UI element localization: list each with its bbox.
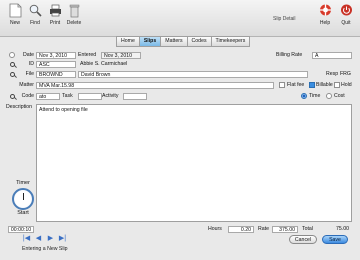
save-button[interactable]: Save — [322, 235, 348, 244]
time-radio[interactable] — [301, 93, 307, 99]
tab-matters[interactable]: Matters — [160, 36, 188, 47]
billing-rate-label: Billing Rate — [276, 52, 303, 58]
help-button[interactable]: Help — [314, 3, 336, 26]
slip-detail-window: New Find Print Delete Slip Detail Help Q… — [0, 0, 360, 260]
resp-value: FRG — [340, 71, 351, 77]
flat-fee-checkbox[interactable] — [279, 82, 285, 88]
code-label: Code — [21, 93, 34, 99]
id-field[interactable]: ASC — [36, 61, 76, 68]
first-record-icon[interactable]: |◀ — [22, 235, 31, 243]
last-record-icon[interactable]: ▶| — [58, 235, 67, 243]
file-name-field[interactable]: David Brown — [78, 71, 308, 78]
description-label: Description — [6, 104, 32, 110]
total-value: 75.00 — [336, 226, 349, 232]
trash-icon — [69, 4, 79, 18]
previous-record-icon[interactable]: ◀ — [34, 235, 43, 243]
next-record-icon[interactable]: ▶ — [46, 235, 55, 243]
hold-checkbox[interactable] — [334, 82, 340, 88]
help-label: Help — [319, 20, 331, 26]
cost-radio[interactable] — [326, 93, 332, 99]
power-icon — [340, 4, 352, 16]
delete-button[interactable]: Delete — [63, 3, 85, 26]
new-label: New — [9, 20, 20, 26]
hold-label: Hold — [341, 82, 352, 88]
activity-field[interactable] — [123, 93, 147, 100]
total-label: Total — [302, 226, 313, 232]
activity-label: Activity — [102, 93, 119, 99]
hours-field[interactable]: 0.20 — [228, 226, 254, 233]
file-label: File — [25, 71, 34, 77]
matter-field[interactable]: MVA Mar.15.98 — [36, 82, 274, 89]
quit-button[interactable]: Quit — [335, 3, 357, 26]
magnifier-icon — [29, 4, 42, 17]
new-button[interactable]: New — [4, 3, 26, 26]
code-lookup-icon[interactable] — [10, 94, 15, 99]
cancel-button[interactable]: Cancel — [289, 235, 317, 244]
file-lookup-icon[interactable] — [10, 72, 15, 77]
hours-label: Hours — [208, 226, 222, 232]
time-label: Time — [309, 93, 321, 99]
status-text: Entering a New Slip — [22, 246, 68, 252]
rate-field[interactable]: 375.00 — [272, 226, 298, 233]
find-button[interactable]: Find — [24, 3, 46, 26]
lifebuoy-icon — [319, 4, 331, 16]
entered-field: Nov 3, 2010 — [101, 52, 141, 59]
code-field[interactable]: ato — [36, 93, 60, 100]
file-field[interactable]: BROWND — [36, 71, 76, 78]
page-title: Slip Detail — [273, 16, 296, 22]
tab-bar: Home Slips Matters Codes Timekeepers — [116, 36, 251, 47]
date-label: Date — [23, 52, 34, 58]
description-textarea[interactable]: Attend to opening file — [36, 104, 352, 222]
tab-slips[interactable]: Slips — [138, 36, 162, 47]
find-label: Find — [30, 20, 40, 26]
clock-icon[interactable] — [12, 188, 34, 210]
cost-label: Cost — [334, 93, 345, 99]
id-label: ID — [28, 61, 34, 67]
id-lookup-icon[interactable] — [10, 62, 15, 67]
timer-label: Timer — [16, 180, 30, 186]
record-navigation: |◀ ◀ ▶ ▶| — [22, 235, 70, 243]
billable-checkbox[interactable] — [309, 82, 315, 88]
matter-label: Matter — [19, 82, 34, 88]
slip-form: Date Nov 3, 2010 Entered Nov 3, 2010 Bil… — [6, 48, 354, 232]
date-field[interactable]: Nov 3, 2010 — [36, 52, 76, 59]
date-radio[interactable] — [9, 52, 15, 58]
toolbar: New Find Print Delete Slip Detail Help Q… — [0, 0, 360, 37]
printer-icon — [49, 4, 61, 17]
task-field[interactable] — [78, 93, 102, 100]
delete-label: Delete — [66, 20, 82, 26]
billing-rate-field[interactable]: A — [312, 52, 352, 59]
tab-home[interactable]: Home — [116, 36, 140, 47]
id-name: Abbie S. Carmichael — [80, 61, 128, 67]
tab-codes[interactable]: Codes — [186, 36, 212, 47]
billable-label: Billable — [316, 82, 333, 88]
tab-timekeepers[interactable]: Timekeepers — [210, 36, 251, 47]
flat-fee-label: Flat fee — [287, 82, 305, 88]
resp-label: Resp — [326, 71, 339, 77]
quit-label: Quit — [341, 20, 351, 26]
new-document-icon — [9, 3, 21, 18]
rate-label: Rate — [258, 226, 269, 232]
task-label: Task — [62, 93, 73, 99]
timer: Timer Start — [10, 180, 36, 216]
start-label: Start — [17, 210, 29, 216]
entered-label: Entered — [78, 52, 97, 58]
timer-display: 00:00:10 — [8, 226, 34, 233]
